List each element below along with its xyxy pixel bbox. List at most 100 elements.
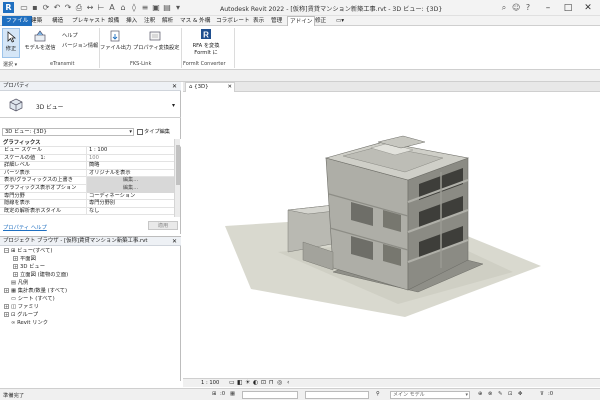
tree-item-sheets[interactable]: ▭ シート (すべて) (4, 295, 55, 303)
open-icon[interactable]: ▭ (20, 3, 28, 12)
expand-icon[interactable]: + (4, 304, 9, 309)
3d-viewport[interactable] (183, 92, 600, 378)
select-dropdown[interactable]: 選択 ▾ (3, 61, 17, 68)
property-row[interactable]: 表示/グラフィックスの上書き 編集... (0, 177, 174, 185)
type-selector[interactable]: 3D ビュー ▾ (0, 92, 181, 118)
group-graphics[interactable]: グラフィックス (0, 139, 181, 147)
3d-view-icon[interactable]: ⌂ (119, 3, 127, 12)
help-button[interactable]: ヘルプ (62, 32, 78, 39)
sun-path-icon[interactable]: ☀ (245, 379, 250, 386)
tab-addins[interactable]: アドイン (287, 16, 316, 26)
sync-icon[interactable]: ⟳ (42, 3, 50, 12)
filter-icon[interactable]: ⊽ (540, 391, 544, 397)
property-row[interactable]: 既定の解析表示スタイル なし (0, 207, 174, 216)
select-face-icon[interactable]: ⊡ (508, 391, 512, 397)
tree-item-floor-plans[interactable]: + 平面図 (13, 255, 36, 263)
file-output-button[interactable]: ファイル出力 (100, 30, 131, 51)
expand-icon[interactable]: + (4, 312, 9, 317)
tab-collaborate[interactable]: コラボレート (214, 16, 252, 26)
close-icon[interactable]: ✕ (227, 83, 232, 92)
tab-view[interactable]: 表示 (251, 16, 266, 26)
switch-windows-icon[interactable]: ▤ (163, 3, 171, 12)
qat-dropdown-icon[interactable]: ▾ (174, 3, 182, 12)
property-row[interactable]: 隠線を表示 専門分野別 (0, 200, 174, 208)
tree-item-elevations[interactable]: + 立面図 (建物の立面) (13, 271, 68, 279)
tab-analyze[interactable]: 解析 (160, 16, 175, 26)
select-links-icon[interactable]: ⊕ (478, 391, 482, 397)
tab-manage[interactable]: 管理 (269, 16, 284, 26)
property-convert-button[interactable]: プロパティ変換設定 (133, 30, 179, 51)
detail-level-icon[interactable]: ▭ (229, 379, 235, 386)
model-send-button[interactable]: モデルを送信 (24, 30, 56, 51)
minimize-button[interactable]: – (540, 0, 556, 16)
tree-item-views[interactable]: − ⊞ ビュー(すべて) (4, 247, 52, 255)
tab-precast[interactable]: プレキャスト (70, 16, 108, 26)
revit-logo[interactable]: R (3, 2, 14, 13)
active-workset-select[interactable] (242, 391, 298, 399)
expand-icon[interactable]: + (13, 272, 18, 277)
tab-systems[interactable]: 設備 (106, 16, 121, 26)
scroll-thumb[interactable] (176, 145, 180, 185)
tab-architecture[interactable]: 建築 (29, 16, 44, 26)
tab-modify[interactable]: 修正 (313, 16, 328, 26)
edit-type-button[interactable]: タイプ編集 (137, 128, 179, 136)
design-options-icon[interactable]: ▦ (230, 391, 235, 397)
workset-icon[interactable]: ⊞ (212, 391, 216, 397)
save-icon[interactable]: ▪ (31, 3, 39, 12)
tree-item-revit-links[interactable]: ∞ Revit リンク (4, 319, 48, 327)
ribbon-options-icon[interactable]: ▭▾ (334, 16, 346, 26)
redo-icon[interactable]: ↷ (64, 3, 72, 12)
expand-icon[interactable]: + (13, 264, 18, 269)
rfa-convert-button[interactable]: R RFA を変換 FormIt に (188, 28, 224, 56)
tab-annotate[interactable]: 注釈 (142, 16, 157, 26)
drag-elements-icon[interactable]: ✥ (518, 391, 522, 397)
apply-button[interactable]: 適用 (148, 221, 178, 230)
select-pinned-icon[interactable]: ✎ (498, 391, 502, 397)
tree-item-schedules[interactable]: + ▦ 集計表/数量 (すべて) (4, 287, 67, 295)
design-option-select[interactable] (305, 391, 369, 399)
version-info-button[interactable]: バージョン情報 (62, 42, 98, 49)
maximize-button[interactable]: □ (560, 0, 576, 16)
link-select-icon[interactable]: ⚲ (376, 391, 380, 397)
help-icon[interactable]: ? (524, 3, 532, 12)
thin-lines-icon[interactable]: ≡ (141, 3, 149, 12)
instance-filter-select[interactable]: 3D ビュー: {3D} ▾ (2, 128, 134, 136)
tree-item-groups[interactable]: + ⊡ グループ (4, 311, 38, 319)
view-scale[interactable]: 1 : 100 (201, 380, 219, 386)
tab-massing[interactable]: マス & 外構 (178, 16, 212, 26)
tree-item-families[interactable]: + ◫ ファミリ (4, 303, 39, 311)
dimension-icon[interactable]: ⊢ (97, 3, 105, 12)
tag-icon[interactable]: A (108, 3, 116, 12)
print-icon[interactable]: ⎙ (75, 3, 83, 12)
shadows-icon[interactable]: ◐ (253, 379, 258, 386)
undo-icon[interactable]: ↶ (53, 3, 61, 12)
expand-icon[interactable]: + (4, 288, 9, 293)
search-icon[interactable]: ⌕ (500, 3, 508, 12)
close-button[interactable]: ✕ (580, 0, 596, 16)
hide-icon[interactable]: ◎ (277, 379, 282, 386)
expand-icon[interactable]: + (13, 256, 18, 261)
crop-icon[interactable]: ⊡ (261, 379, 266, 386)
tab-insert[interactable]: 挿入 (124, 16, 139, 26)
tab-structure[interactable]: 構造 (50, 16, 65, 26)
section-icon[interactable]: ◊ (130, 3, 138, 12)
tab-file[interactable]: ファイル (2, 16, 33, 26)
tree-item-3d-views[interactable]: +3D ビュー (13, 263, 45, 271)
user-icon[interactable]: ☺ (512, 3, 520, 12)
lock-icon[interactable]: ⊓ (269, 379, 274, 386)
property-row[interactable]: 詳細レベル 簡略 (0, 162, 174, 170)
browser-close-icon[interactable]: ✕ (172, 238, 177, 245)
tree-item-legends[interactable]: ▤ 凡例 (4, 279, 28, 287)
measure-icon[interactable]: ↔ (86, 3, 94, 12)
visual-style-icon[interactable]: ◧ (237, 379, 243, 386)
select-underlay-icon[interactable]: ⊗ (488, 391, 492, 397)
property-row[interactable]: ビュー スケール 1 : 100 (0, 147, 174, 155)
main-model-select[interactable]: メイン モデル ▾ (390, 391, 470, 399)
view-tab-3d[interactable]: ⌂ {3D} ✕ (185, 82, 235, 92)
modify-button[interactable]: 修正 (2, 28, 20, 58)
properties-close-icon[interactable]: ✕ (172, 83, 177, 90)
property-row[interactable]: グラフィックス表示オプション 編集... (0, 185, 174, 193)
collapse-icon[interactable]: − (4, 248, 9, 253)
close-hidden-icon[interactable]: ▣ (152, 3, 160, 12)
collapse-arrow-icon[interactable]: ‹ (287, 379, 289, 386)
